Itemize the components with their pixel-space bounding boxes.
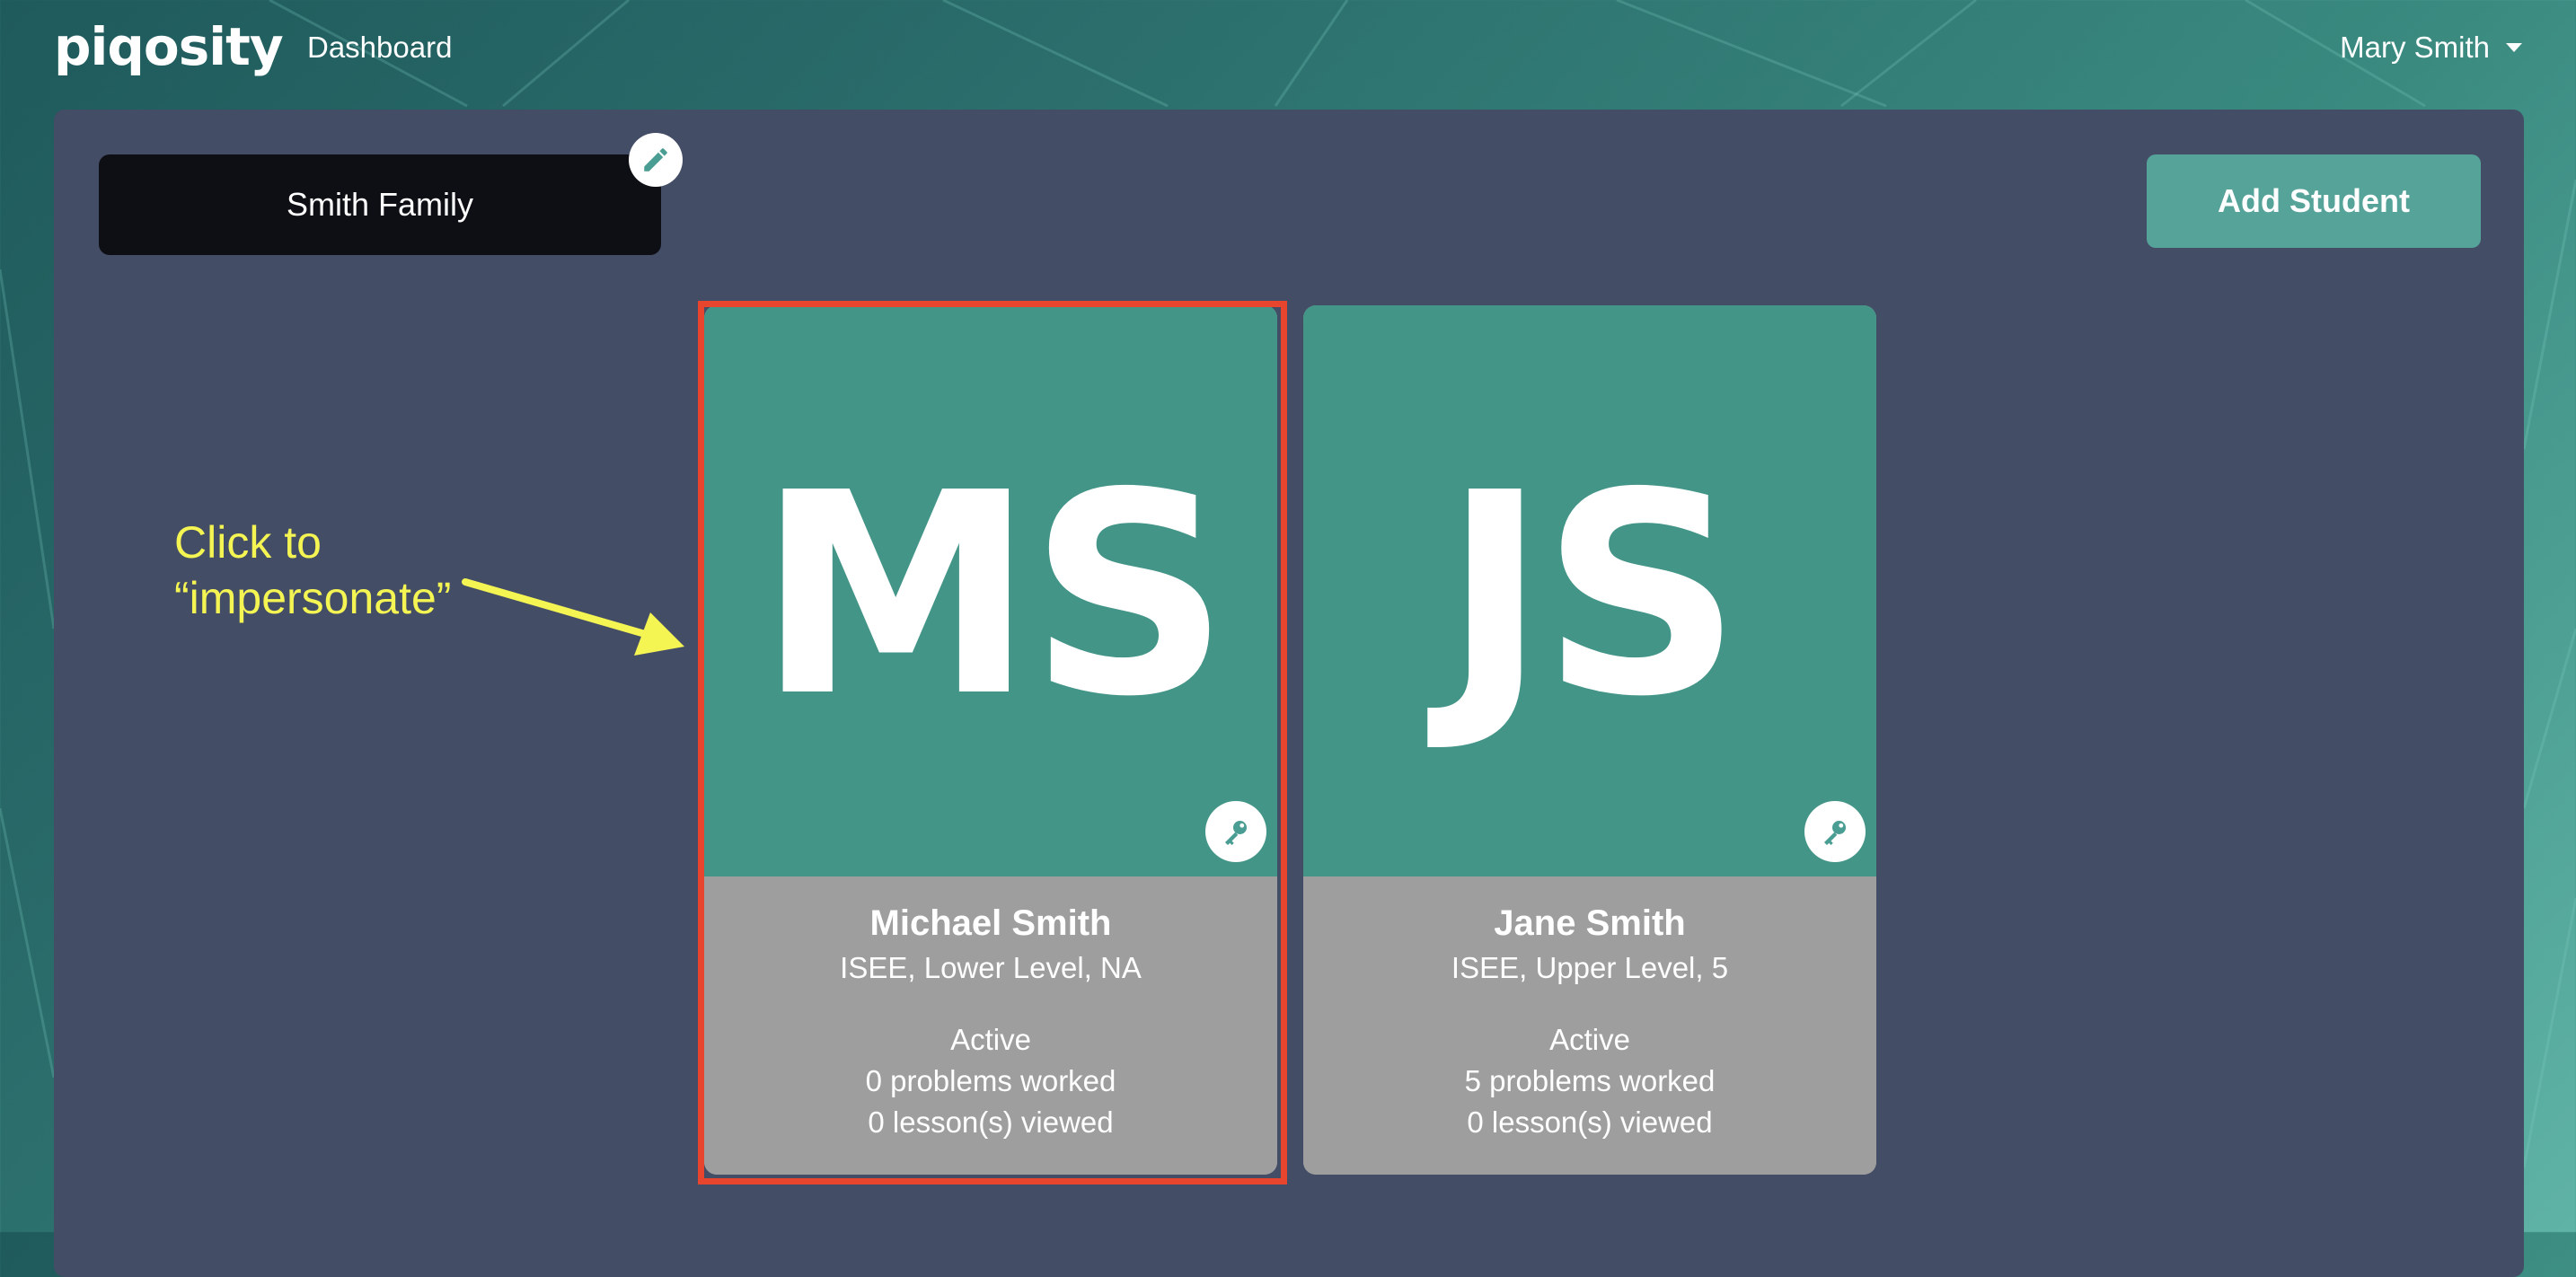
student-status: Active: [950, 1023, 1031, 1056]
family-name: Smith Family: [286, 186, 474, 223]
student-initials: JS: [1442, 433, 1742, 758]
student-info: Jane Smith ISEE, Upper Level, 5 Active 5…: [1303, 876, 1876, 1175]
impersonate-key-button[interactable]: [1205, 801, 1266, 862]
key-icon: [1824, 821, 1846, 845]
student-lessons-count: 0 lesson(s) viewed: [1467, 1105, 1713, 1139]
edit-family-button[interactable]: [629, 133, 683, 187]
student-status: Active: [1549, 1023, 1630, 1056]
student-problems-count: 0 problems worked: [865, 1064, 1116, 1097]
nav-dashboard-link[interactable]: Dashboard: [307, 31, 452, 65]
key-icon: [1225, 821, 1247, 845]
piqosity-logo[interactable]: piqosity: [54, 16, 284, 77]
student-info: Michael Smith ISEE, Lower Level, NA Acti…: [704, 876, 1277, 1175]
family-name-box: Smith Family: [99, 154, 661, 255]
annotation-line-2: “impersonate”: [174, 573, 452, 623]
student-avatar[interactable]: JS: [1303, 305, 1876, 876]
student-card-michael[interactable]: MS Michael Smith ISEE, Lower Level, NA A…: [704, 305, 1277, 1175]
annotation-arrow-icon: [462, 578, 684, 656]
impersonate-key-button[interactable]: [1804, 801, 1866, 862]
student-name: Michael Smith: [869, 903, 1112, 943]
user-name: Mary Smith: [2340, 31, 2490, 64]
top-navbar: piqosity Dashboard Mary Smith: [0, 0, 2576, 106]
student-card-jane[interactable]: JS Jane Smith ISEE, Upper Level, 5 Activ…: [1303, 305, 1876, 1175]
student-name: Jane Smith: [1494, 903, 1686, 943]
add-student-button[interactable]: Add Student: [2147, 154, 2481, 248]
annotation-line-1: Click to: [174, 517, 322, 568]
student-level: ISEE, Upper Level, 5: [1451, 951, 1729, 984]
family-panel: Smith Family Add Student MS Michael Smit…: [54, 110, 2524, 1277]
student-avatar[interactable]: MS: [704, 305, 1277, 876]
annotation-callout: Click to “impersonate”: [174, 515, 451, 626]
student-lessons-count: 0 lesson(s) viewed: [868, 1105, 1114, 1139]
student-initials: MS: [757, 433, 1230, 758]
user-menu-dropdown[interactable]: Mary Smith: [2340, 31, 2522, 65]
caret-down-icon: [2506, 43, 2522, 52]
student-problems-count: 5 problems worked: [1464, 1064, 1716, 1097]
pencil-icon: [644, 148, 667, 172]
student-level: ISEE, Lower Level, NA: [840, 951, 1142, 984]
